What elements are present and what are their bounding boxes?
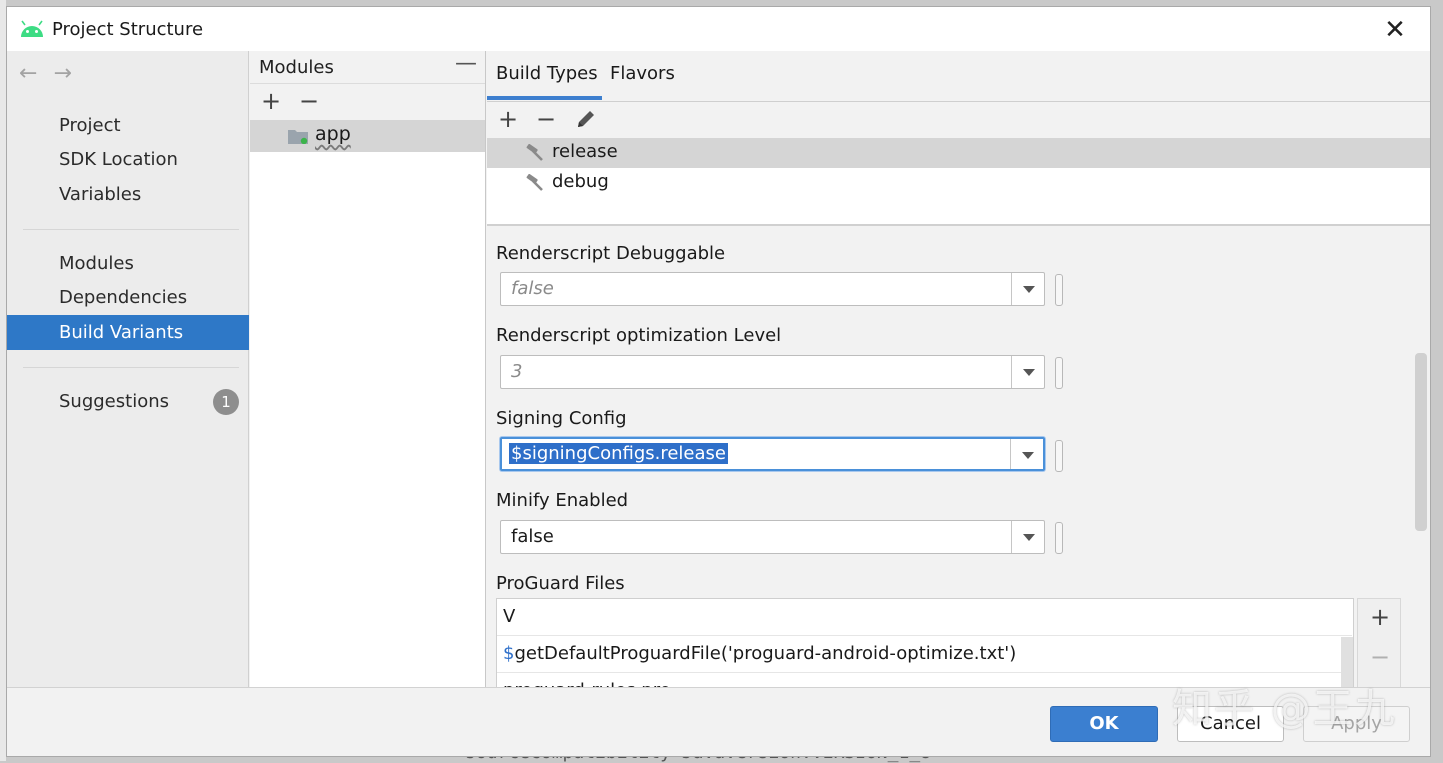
field-label: Signing Config — [496, 408, 627, 429]
minimize-icon[interactable]: — — [455, 51, 477, 76]
field-label: ProGuard Files — [496, 573, 625, 594]
edit-pencil-icon[interactable] — [575, 108, 597, 130]
add-module-icon[interactable]: + — [258, 86, 284, 116]
signing-config-combo[interactable]: $signingConfigs.release — [500, 437, 1045, 471]
tab-bar: Build Types Flavors — [487, 51, 1430, 102]
table-row[interactable]: V — [497, 599, 1352, 636]
suggestions-count-badge: 1 — [213, 389, 239, 415]
build-types-toolbar: + − — [487, 102, 1430, 138]
sidebar-item-dependencies[interactable]: Dependencies — [7, 280, 249, 315]
combo-value: false — [511, 526, 554, 547]
tab-flavors[interactable]: Flavors — [610, 63, 675, 84]
minify-enabled-combo[interactable]: false — [500, 520, 1045, 554]
forward-arrow-icon[interactable]: → — [53, 61, 71, 86]
remove-module-icon[interactable]: − — [296, 86, 322, 116]
renderscript-optimization-combo[interactable]: 3 — [500, 355, 1045, 389]
add-build-type-icon[interactable]: + — [495, 104, 521, 134]
build-type-label: release — [552, 141, 618, 162]
table-row[interactable]: $getDefaultProguardFile('proguard-androi… — [497, 636, 1352, 673]
field-label: Minify Enabled — [496, 490, 629, 511]
tab-build-types[interactable]: Build Types — [496, 63, 598, 84]
sidebar-item-project[interactable]: Project — [7, 108, 249, 143]
sidebar-divider — [23, 229, 239, 230]
field-label: Renderscript Debuggable — [496, 243, 726, 264]
proguard-file-text: getDefaultProguardFile('proguard-android… — [514, 643, 1017, 664]
combo-value: $signingConfigs.release — [509, 443, 728, 464]
chevron-down-icon[interactable] — [1011, 356, 1044, 388]
sidebar-item-modules[interactable]: Modules — [7, 246, 249, 281]
close-icon[interactable]: ✕ — [1380, 15, 1410, 45]
proguard-file: $getDefaultProguardFile('proguard-androi… — [503, 643, 1016, 664]
sidebar-item-sdk-location[interactable]: SDK Location — [7, 142, 249, 177]
hammer-icon — [526, 174, 543, 191]
module-name: app — [315, 123, 351, 145]
hammer-icon — [526, 144, 543, 161]
combo-value: false — [511, 278, 554, 299]
android-icon — [21, 20, 43, 37]
chevron-down-icon[interactable] — [1011, 521, 1044, 553]
module-folder-icon — [288, 130, 308, 144]
sidebar-item-variables[interactable]: Variables — [7, 177, 249, 212]
sidebar-divider — [23, 367, 239, 368]
remove-build-type-icon[interactable]: − — [533, 104, 559, 134]
list-item[interactable]: debug — [487, 168, 1430, 198]
title-bar: Project Structure ✕ — [7, 7, 1430, 51]
build-type-label: debug — [552, 171, 609, 192]
combo-value: 3 — [511, 361, 523, 382]
sidebar: ← → Project SDK Location Variables Module… — [7, 51, 249, 687]
form-scrollbar[interactable] — [1415, 353, 1427, 531]
build-types-list: release debug — [487, 138, 1430, 226]
back-arrow-icon[interactable]: ← — [19, 61, 37, 86]
modules-header: Modules — — [250, 51, 485, 84]
field-extra-button[interactable] — [1055, 357, 1063, 389]
ok-button[interactable]: OK — [1050, 706, 1158, 742]
project-structure-dialog: Project Structure ✕ ← → Project SDK Locat… — [6, 6, 1431, 757]
build-variants-panel: Build Types Flavors + − release debug Re… — [487, 51, 1430, 698]
field-extra-button[interactable] — [1055, 522, 1063, 554]
list-item[interactable]: app — [250, 120, 485, 152]
add-proguard-icon[interactable]: + — [1368, 603, 1392, 631]
modules-title: Modules — [259, 57, 334, 78]
active-tab-indicator — [487, 96, 602, 100]
remove-proguard-icon[interactable]: − — [1368, 643, 1392, 671]
build-type-form: Renderscript Debuggable false Renderscri… — [487, 227, 1427, 698]
field-extra-button[interactable] — [1055, 440, 1063, 472]
modules-panel: Modules — + − app — [250, 51, 486, 687]
dialog-title: Project Structure — [52, 19, 204, 40]
renderscript-debuggable-combo[interactable]: false — [500, 272, 1045, 306]
modules-toolbar: + − — [250, 84, 485, 120]
list-item[interactable]: release — [487, 138, 1430, 168]
dollar-sign: $ — [503, 643, 515, 664]
proguard-file: V — [503, 606, 516, 627]
field-label: Renderscript optimization Level — [496, 325, 782, 346]
watermark: 知乎 @王九 — [1172, 686, 1397, 732]
chevron-down-icon[interactable] — [1010, 439, 1043, 469]
chevron-down-icon[interactable] — [1011, 273, 1044, 305]
nav-history: ← → — [19, 61, 88, 86]
sidebar-item-build-variants[interactable]: Build Variants — [7, 315, 249, 350]
field-extra-button[interactable] — [1055, 274, 1063, 306]
